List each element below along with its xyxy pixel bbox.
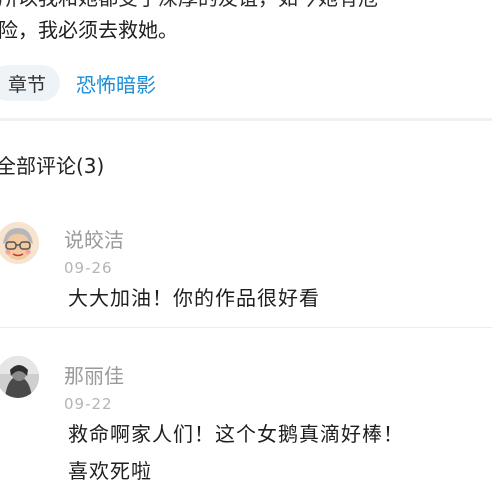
- comments-section-title: 全部评论(3): [0, 154, 105, 178]
- cartoon-avatar-icon: [0, 222, 39, 264]
- photo-avatar-icon: [0, 356, 39, 398]
- story-text-line: 所以我和她都受了深厚的友谊，如今她有危: [0, 0, 378, 11]
- comment-divider: [0, 327, 492, 328]
- story-text-line: 险，我必须去救她。: [0, 18, 178, 42]
- chapter-name-link[interactable]: 恐怖暗影: [76, 69, 156, 98]
- avatar[interactable]: [0, 356, 39, 398]
- chapter-tag-chip[interactable]: 章节: [0, 65, 61, 101]
- comment-username[interactable]: 那丽佳: [64, 360, 124, 389]
- chapter-tag-label: 章节: [8, 73, 47, 96]
- comment-text: 喜欢死啦: [68, 459, 152, 483]
- comment-date: 09-22: [64, 395, 113, 409]
- comment-username[interactable]: 说皎洁: [64, 224, 124, 253]
- avatar[interactable]: [0, 222, 39, 264]
- comment-date: 09-26: [64, 259, 113, 273]
- comment-text: 大大加油！你的作品很好看: [68, 286, 320, 310]
- section-divider: [0, 118, 492, 121]
- comment-text: 救命啊家人们！这个女鹅真滴好棒！: [68, 422, 404, 446]
